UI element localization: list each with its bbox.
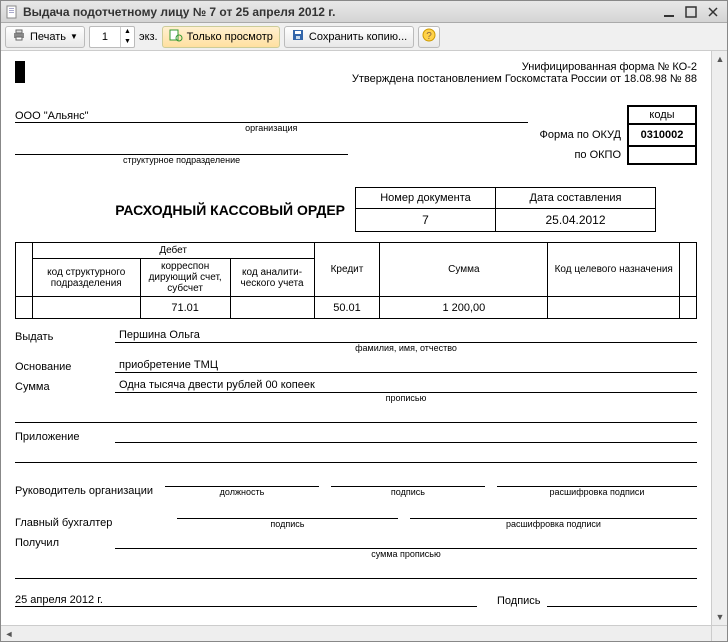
issue-label: Выдать (15, 331, 115, 343)
vertical-scrollbar[interactable]: ▲ ▼ (711, 51, 727, 625)
titlebar: Выдача подотчетному лицу № 7 от 25 апрел… (1, 1, 727, 23)
bottom-date-value: 25 апреля 2012 г. (15, 594, 477, 607)
credit-value: 50.01 (314, 297, 380, 319)
window: Выдача подотчетному лицу № 7 от 25 апрел… (0, 0, 728, 642)
attachment-line-2 (15, 449, 697, 463)
okud-label: Форма по ОКУД (540, 124, 629, 146)
document-title: РАСХОДНЫЙ КАССОВЫЙ ОРДЕР (15, 202, 355, 218)
decode-sublabel-1: расшифровка подписи (497, 487, 697, 497)
okud-value: 0310002 (628, 124, 696, 146)
codes-box: коды Форма по ОКУД0310002 по ОКПО (540, 105, 698, 165)
print-button[interactable]: Печать ▼ (5, 26, 85, 48)
scroll-up-button[interactable]: ▲ (712, 51, 727, 67)
close-button[interactable] (703, 4, 723, 20)
unified-form-label: Унифицированная форма № КО-2 (15, 61, 697, 73)
spin-up-button[interactable]: ▲ (120, 27, 134, 37)
received-label: Получил (15, 537, 115, 549)
minimize-button[interactable] (659, 4, 679, 20)
save-label: Сохранить копию... (309, 31, 407, 43)
attachment-value (115, 429, 697, 443)
svg-text:?: ? (426, 31, 432, 42)
organization-sublabel: организация (15, 123, 528, 133)
preview-icon (169, 28, 183, 45)
accountant-decode-line (410, 505, 697, 519)
head-position-line (165, 473, 319, 487)
dropdown-icon: ▼ (70, 32, 78, 41)
corr-header: корреспон дирующий счет, субсчет (140, 259, 230, 297)
sign-sublabel-2: подпись (177, 519, 398, 529)
basis-label: Основание (15, 361, 115, 373)
structural-unit-line (15, 141, 348, 155)
head-decode-line (497, 473, 697, 487)
struct-code-header: код структурного подразделения (32, 259, 140, 297)
organization-value: ООО "Альянс" (15, 110, 528, 123)
scroll-left-button[interactable]: ◄ (1, 626, 17, 641)
document-area: Унифицированная форма № КО-2 Утверждена … (1, 51, 727, 641)
attachment-label: Приложение (15, 431, 115, 443)
doc-number-value: 7 (356, 209, 496, 232)
received-line-2 (15, 565, 697, 579)
sum-words-value: Одна тысяча двести рублей 00 копеек (115, 379, 697, 393)
page: Унифицированная форма № КО-2 Утверждена … (1, 51, 711, 617)
preview-button[interactable]: Только просмотр (162, 26, 280, 48)
credit-header: Кредит (314, 243, 380, 297)
signature-label: Подпись (497, 595, 541, 607)
doc-date-value: 25.04.2012 (496, 209, 656, 232)
preview-label: Только просмотр (187, 31, 273, 43)
purpose-header: Код целевого назначения (548, 243, 680, 297)
document-icon (5, 5, 19, 19)
sum-words-label: Сумма (15, 381, 115, 393)
print-label: Печать (30, 31, 66, 43)
decode-sublabel-2: расшифровка подписи (410, 519, 697, 529)
copies-spinner[interactable]: ▲ ▼ (89, 26, 135, 48)
header-table: Номер документа Дата составления 7 25.04… (355, 187, 656, 232)
sum-words-sublabel-2: сумма прописью (115, 549, 697, 559)
debet-header: Дебет (32, 243, 314, 259)
maximize-button[interactable] (681, 4, 701, 20)
sum-line-2 (15, 409, 697, 423)
save-copy-button[interactable]: Сохранить копию... (284, 26, 414, 48)
structural-unit-sublabel: структурное подразделение (15, 155, 348, 165)
window-title: Выдача подотчетному лицу № 7 от 25 апрел… (23, 5, 657, 19)
toolbar: Печать ▼ ▲ ▼ экз. Только просмотр Сохран… (1, 23, 727, 51)
help-icon: ? (422, 28, 436, 45)
printer-icon (12, 28, 26, 45)
okpo-label: по ОКПО (540, 146, 629, 164)
copies-suffix: экз. (139, 31, 158, 43)
issue-value: Першина Ольга (115, 329, 697, 343)
horizontal-scrollbar[interactable]: ◄ ► (1, 625, 711, 641)
signature-line (547, 593, 697, 607)
doc-date-label: Дата составления (496, 188, 656, 209)
analytic-header: код аналити- ческого учета (230, 259, 314, 297)
sign-sublabel-1: подпись (331, 487, 485, 497)
approval-label: Утверждена постановлением Госкомстата Ро… (15, 73, 697, 85)
head-sign-line (331, 473, 485, 487)
received-value (115, 535, 697, 549)
save-icon (291, 28, 305, 45)
spin-down-button[interactable]: ▼ (120, 37, 134, 47)
main-table: Дебет Кредит Сумма Код целевого назначен… (15, 242, 697, 319)
form-info: Унифицированная форма № КО-2 Утверждена … (15, 61, 697, 85)
okpo-value (628, 146, 696, 164)
accountant-sign-line (177, 505, 398, 519)
help-button[interactable]: ? (418, 26, 440, 48)
doc-number-label: Номер документа (356, 188, 496, 209)
corr-value: 71.01 (140, 297, 230, 319)
sum-value: 1 200,00 (380, 297, 548, 319)
scroll-corner (711, 625, 727, 641)
head-label: Руководитель организации (15, 485, 153, 497)
basis-value: приобретение ТМЦ (115, 359, 697, 373)
fio-sublabel: фамилия, имя, отчество (115, 343, 697, 353)
accountant-label: Главный бухгалтер (15, 517, 165, 529)
position-sublabel: должность (165, 487, 319, 497)
scroll-down-button[interactable]: ▼ (712, 609, 727, 625)
sum-header: Сумма (380, 243, 548, 297)
copies-input[interactable] (90, 31, 120, 43)
fields: Выдать Першина Ольга фамилия, имя, отчес… (15, 329, 697, 607)
sum-words-sublabel: прописью (115, 393, 697, 403)
codes-header: коды (628, 106, 696, 124)
